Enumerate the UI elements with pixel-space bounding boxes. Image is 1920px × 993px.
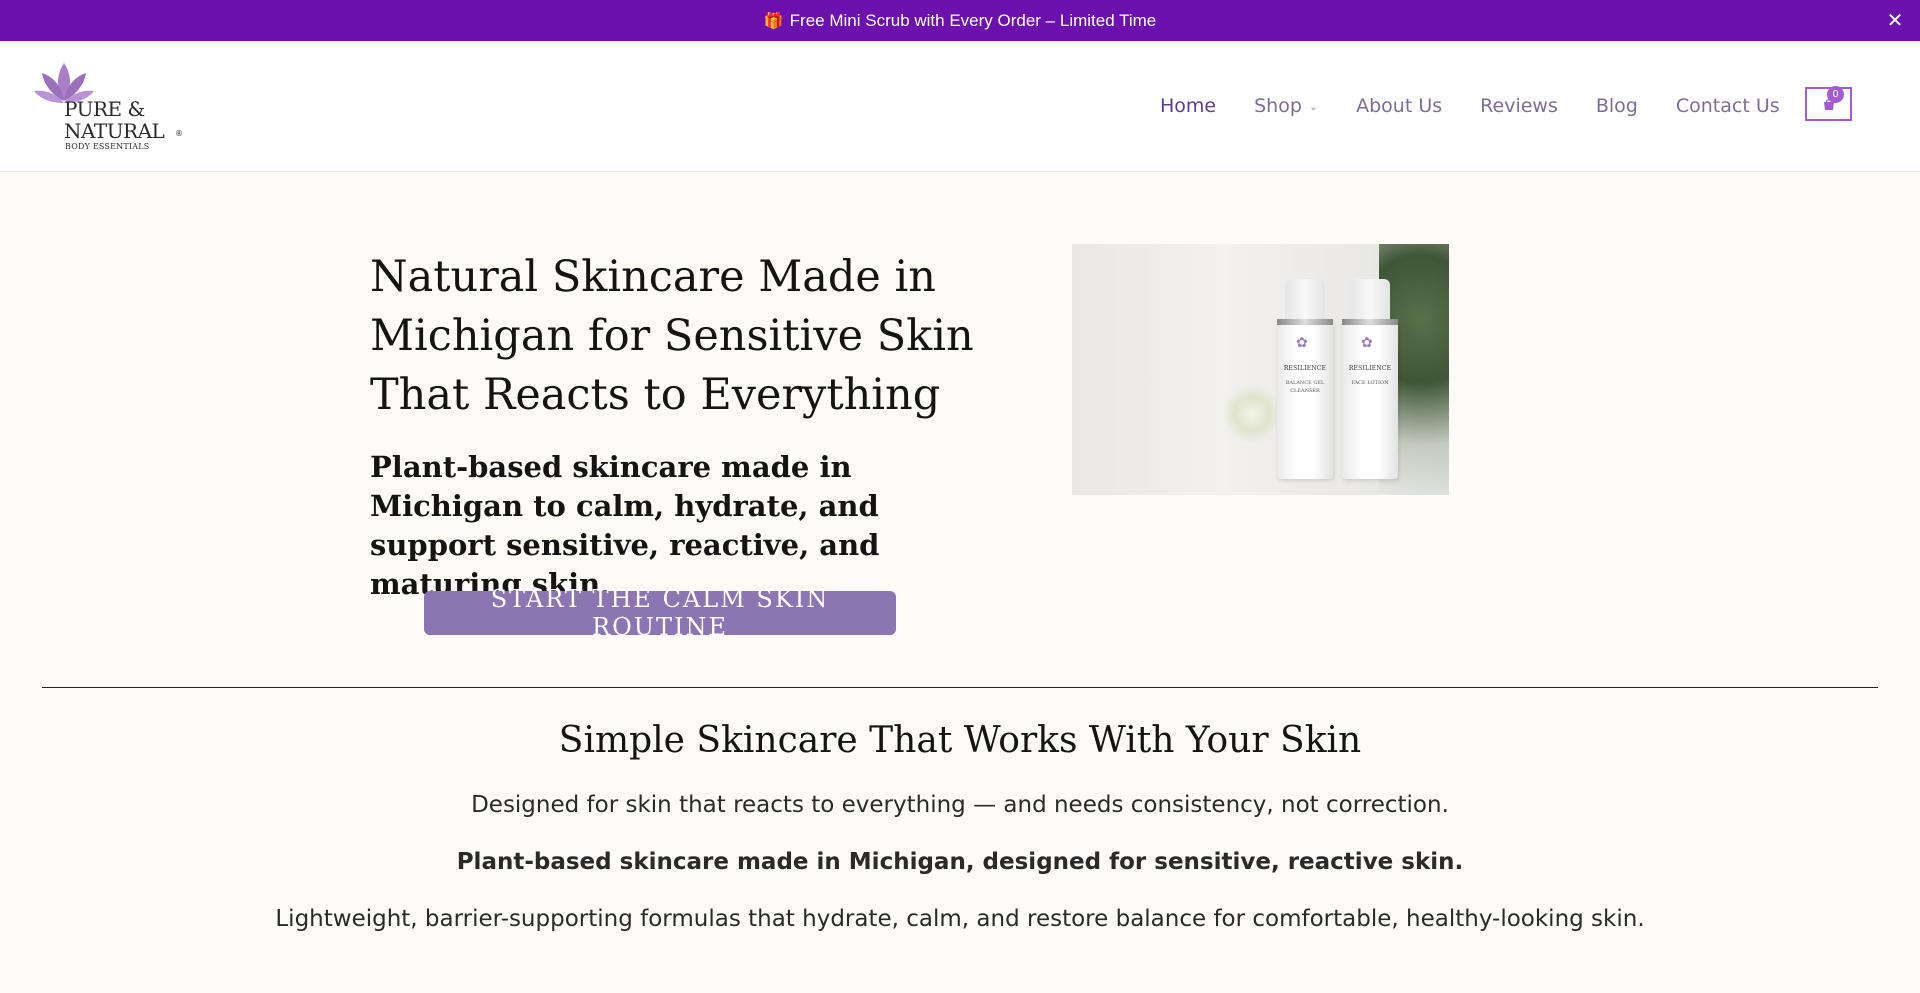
bottle-sub: BALANCE GEL CLEANSER <box>1285 380 1325 394</box>
bottle-name: RESILIENCE <box>1348 365 1392 372</box>
logo-line-1: PURE & <box>64 97 145 121</box>
nav-shop-label: Shop <box>1254 95 1302 117</box>
nav-reviews[interactable]: Reviews <box>1480 95 1558 117</box>
hero-title: Natural Skincare Made in Michigan for Se… <box>370 252 974 420</box>
close-icon[interactable]: ✕ <box>1884 9 1906 32</box>
registered-mark: ® <box>175 129 183 138</box>
intro-paragraph-2: Plant-based skincare made in Michigan, d… <box>456 849 1464 875</box>
hero-subtitle: Plant-based skincare made in Michigan to… <box>370 450 880 601</box>
cart-count-badge: 0 <box>1827 86 1844 103</box>
logo-line-3: BODY ESSENTIALS <box>65 142 150 151</box>
cart-button[interactable]: 0 <box>1805 86 1852 121</box>
bottle-sub: FACE LOTION <box>1351 380 1389 386</box>
section-title: Simple Skincare That Works With Your Ski… <box>558 720 1362 761</box>
lotus-icon: ✿ <box>1361 335 1373 351</box>
hero-product-image: ✿ RESILIENCE BALANCE GEL CLEANSER ✿ RESI… <box>1072 244 1449 495</box>
nav-blog[interactable]: Blog <box>1596 95 1638 117</box>
flowers-decoration <box>1222 384 1282 444</box>
bottle-name: RESILIENCE <box>1283 365 1327 372</box>
product-bottle-lotion: ✿ RESILIENCE FACE LOTION <box>1342 279 1398 479</box>
site-header: PURE & NATURAL BODY ESSENTIALS ® Home Sh… <box>0 41 1920 172</box>
intro-paragraph-3: Lightweight, barrier-supporting formulas… <box>275 906 1645 932</box>
start-routine-button[interactable]: START THE CALM SKIN ROUTINE <box>424 585 896 641</box>
announcement-text: Free Mini Scrub with Every Order – Limit… <box>789 10 1157 30</box>
announcement-bar: 🎁 Free Mini Scrub with Every Order – Lim… <box>0 0 1920 41</box>
main-nav: Home Shop ⌄ About Us Reviews Blog Contac… <box>1160 41 1818 171</box>
product-bottle-cleanser: ✿ RESILIENCE BALANCE GEL CLEANSER <box>1277 279 1333 479</box>
lotus-icon: ✿ <box>1296 335 1308 351</box>
nav-about[interactable]: About Us <box>1356 95 1442 117</box>
nav-home[interactable]: Home <box>1160 95 1216 117</box>
section-divider <box>42 687 1878 688</box>
nav-contact[interactable]: Contact Us <box>1676 95 1780 117</box>
gift-icon: 🎁 <box>763 12 784 30</box>
brand-logo[interactable]: PURE & NATURAL BODY ESSENTIALS ® <box>34 61 194 151</box>
chevron-down-icon: ⌄ <box>1308 99 1319 113</box>
intro-paragraph-1: Designed for skin that reacts to everyth… <box>471 792 1449 818</box>
logo-line-2: NATURAL <box>64 119 165 143</box>
nav-shop[interactable]: Shop ⌄ <box>1254 95 1318 117</box>
